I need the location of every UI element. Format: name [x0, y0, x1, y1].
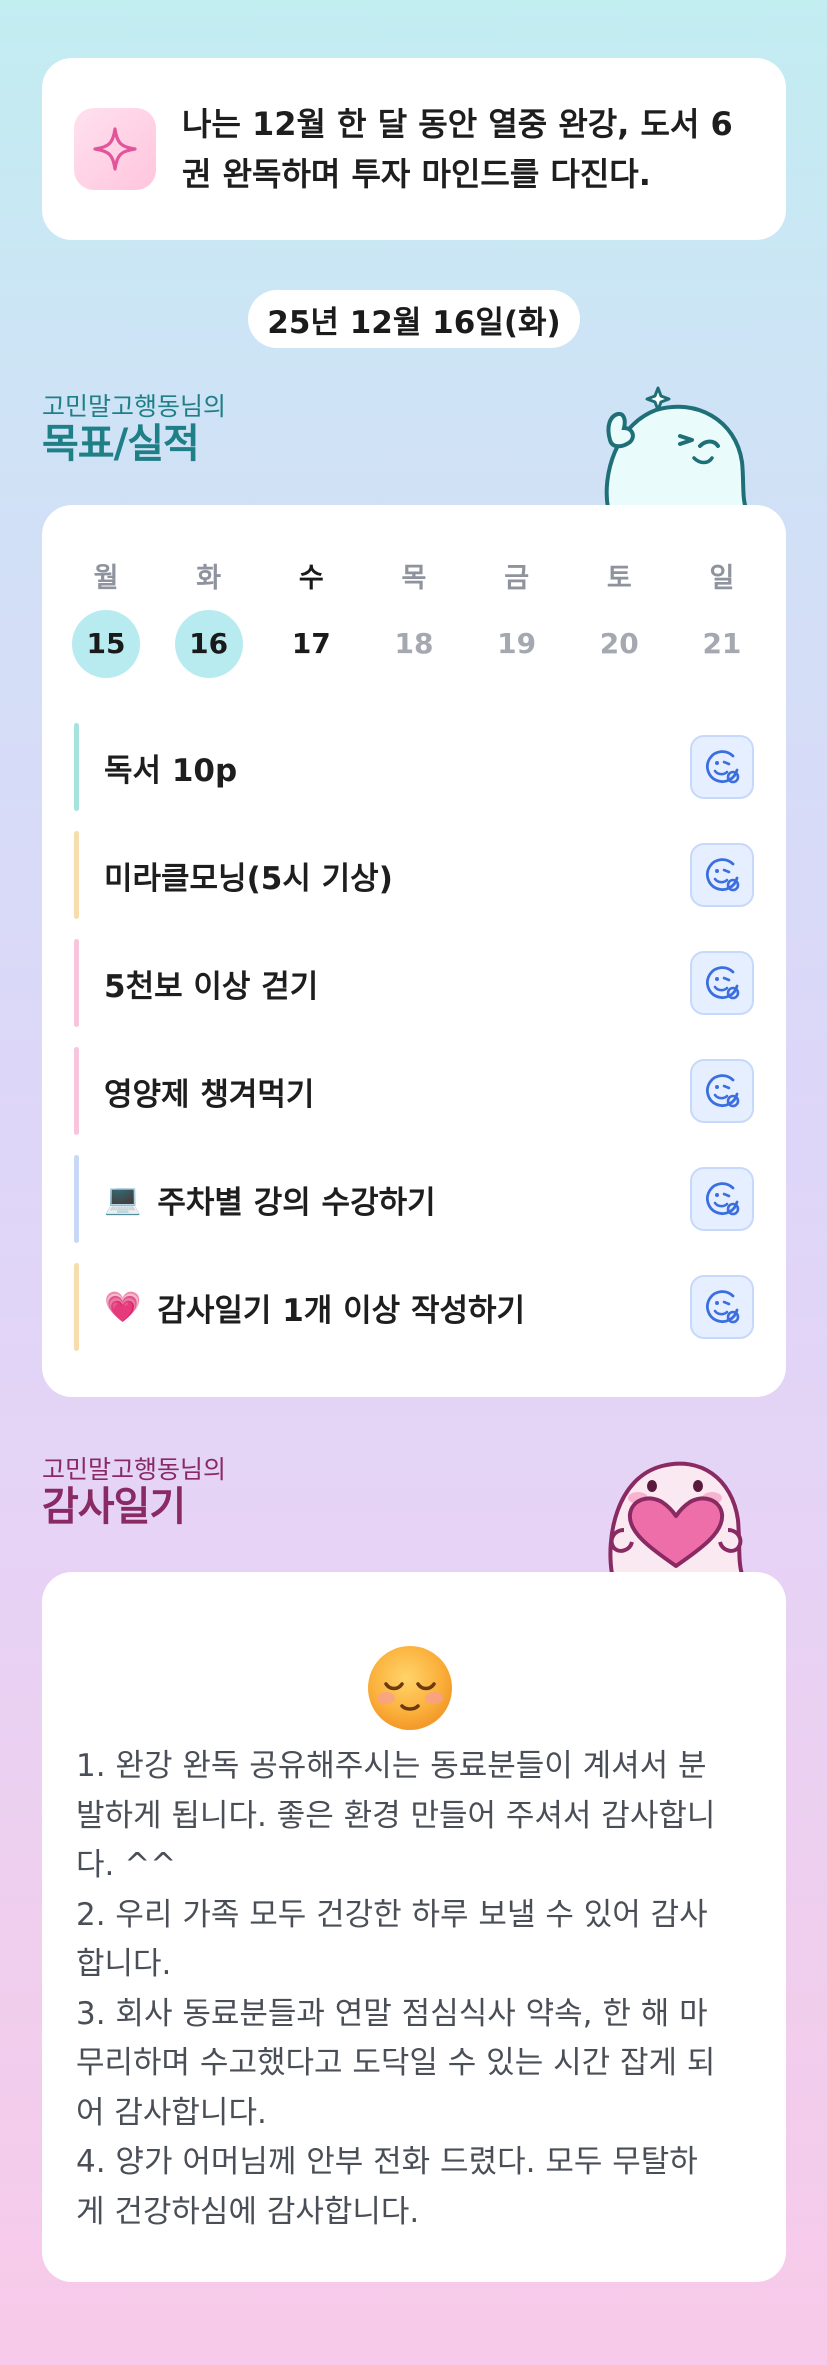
day-cell[interactable]: 18	[380, 610, 448, 678]
smiley-check-icon[interactable]	[690, 951, 754, 1015]
sparkle-icon	[74, 108, 156, 190]
smiley-check-icon[interactable]	[690, 1275, 754, 1339]
task-item[interactable]: 💻 주차별 강의 수강하기	[74, 1155, 754, 1243]
task-color-bar	[74, 939, 79, 1027]
task-label-text: 미라클모닝(5시 기상)	[104, 860, 393, 897]
task-label-text: 감사일기 1개 이상 작성하기	[157, 1292, 526, 1329]
weekday-label: 월	[93, 563, 119, 594]
weekday-label: 목	[401, 563, 427, 594]
weekday-label: 화	[196, 563, 222, 594]
task-item[interactable]: 영양제 챙겨먹기	[74, 1047, 754, 1135]
smiley-check-icon[interactable]	[690, 735, 754, 799]
task-label: 💗 감사일기 1개 이상 작성하기	[104, 1285, 525, 1330]
task-item[interactable]: 💗 감사일기 1개 이상 작성하기	[74, 1263, 754, 1351]
goals-section-title: 고민말고행동님의 목표/실적	[42, 392, 226, 466]
task-emoji-icon: 💗	[104, 1289, 142, 1325]
goals-card: 월 화 수 목 금 토 일 15 16 17 18 19 20 21 독서 10p 미라클모닝(5시 기상…	[42, 505, 786, 1397]
gratitude-section-heading: 감사일기	[42, 1484, 186, 1530]
day-cell[interactable]: 19	[483, 610, 551, 678]
task-item[interactable]: 5천보 이상 걷기	[74, 939, 754, 1027]
ghost-mascot-icon	[604, 386, 749, 508]
gratitude-section-subtitle: 고민말고행동님의	[42, 1455, 227, 1484]
day-cell[interactable]: 15	[72, 610, 140, 678]
gratitude-entry: 1. 완강 완독 공유해주시는 동료분들이 계셔서 분 발하게 됩니다. 좋은 …	[76, 1748, 716, 2230]
task-color-bar	[74, 723, 79, 811]
day-cell[interactable]: 16	[174, 610, 243, 678]
task-label: 독서 10p	[104, 745, 237, 790]
task-emoji-icon: 💻	[104, 1181, 142, 1217]
day-number-row: 15 16 17 18 19 20 21	[72, 610, 756, 678]
task-label: 5천보 이상 걷기	[104, 961, 318, 1006]
task-label-text: 독서 10p	[104, 752, 238, 789]
task-item[interactable]: 미라클모닝(5시 기상)	[74, 831, 754, 919]
smiley-check-icon[interactable]	[690, 843, 754, 907]
goal-card: 나는 12월 한 달 동안 열중 완강, 도서 6권 완독하며 투자 마인드를 …	[42, 58, 786, 240]
weekday-label: 금	[504, 563, 530, 594]
task-color-bar	[74, 1047, 79, 1135]
smiley-check-icon[interactable]	[690, 1059, 754, 1123]
gratitude-section-title: 고민말고행동님의 감사일기	[42, 1455, 226, 1529]
day-cell[interactable]: 17	[277, 610, 345, 678]
day-cell[interactable]: 21	[688, 610, 756, 678]
task-label-text: 5천보 이상 걷기	[104, 968, 319, 1005]
heart-mascot-icon	[608, 1461, 745, 1574]
task-color-bar	[74, 831, 79, 919]
gratitude-card: 1. 완강 완독 공유해주시는 동료분들이 계셔서 분 발하게 됩니다. 좋은 …	[42, 1572, 786, 2282]
weekday-label: 수	[298, 563, 324, 594]
task-color-bar	[74, 1155, 79, 1243]
weekday-label: 일	[709, 563, 735, 594]
task-label: 미라클모닝(5시 기상)	[104, 853, 393, 898]
task-list: 독서 10p 미라클모닝(5시 기상) 5천보 이상 걷기영양제 챙겨먹기 💻 주차별 …	[74, 723, 754, 1371]
smiley-check-icon[interactable]	[690, 1167, 754, 1231]
task-color-bar	[74, 1263, 79, 1351]
task-label: 영양제 챙겨먹기	[104, 1069, 314, 1114]
day-cell[interactable]: 20	[585, 610, 653, 678]
task-label-text: 주차별 강의 수강하기	[157, 1184, 436, 1221]
relieved-face-emoji	[368, 1646, 452, 1730]
goal-statement: 나는 12월 한 달 동안 열중 완강, 도서 6권 완독하며 투자 마인드를 …	[182, 105, 733, 193]
weekday-label: 토	[606, 563, 632, 594]
goals-section-subtitle: 고민말고행동님의	[42, 392, 227, 421]
weekday-row: 월화수목금토일	[72, 563, 756, 595]
date-label: 25년 12월 16일(화)	[248, 290, 580, 348]
task-label: 💻 주차별 강의 수강하기	[104, 1177, 436, 1222]
goals-section-heading: 목표/실적	[42, 421, 200, 467]
task-label-text: 영양제 챙겨먹기	[104, 1076, 315, 1113]
task-item[interactable]: 독서 10p	[74, 723, 754, 811]
